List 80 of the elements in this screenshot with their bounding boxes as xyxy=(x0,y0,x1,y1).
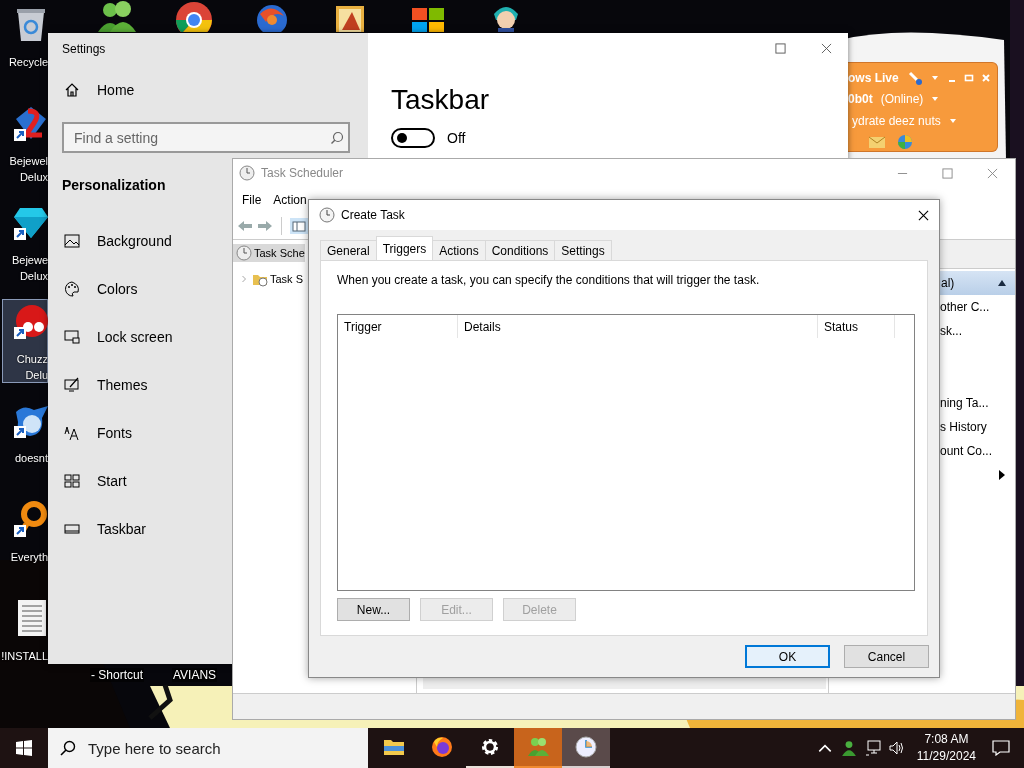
fox-globe-icon[interactable] xyxy=(431,736,453,758)
lock-screen-icon[interactable] xyxy=(64,329,80,345)
tiles-icon[interactable] xyxy=(64,473,80,489)
user-name: 0b0t xyxy=(848,92,873,107)
taskbar-icon[interactable] xyxy=(64,521,80,537)
desktop-icon-label[interactable]: Everyth xyxy=(10,549,48,565)
collapse-caret-icon[interactable] xyxy=(997,279,1007,287)
nav-item[interactable]: Background xyxy=(97,233,172,249)
people-icon[interactable] xyxy=(96,0,136,32)
maximize-icon[interactable] xyxy=(775,43,786,54)
page-title: Taskbar xyxy=(391,84,490,116)
desktop-icon-label[interactable]: Bejewel xyxy=(9,153,48,169)
clock-icon xyxy=(319,207,335,223)
nav-item[interactable]: Taskbar xyxy=(97,521,147,537)
window-title: Settings xyxy=(62,42,106,56)
nav-item[interactable]: Start xyxy=(97,473,127,489)
home-link[interactable]: Home xyxy=(97,82,135,98)
dialog-title: Create Task xyxy=(341,208,405,222)
desktop-icon-label[interactable]: AVIANS xyxy=(172,668,218,682)
console-tree-icon[interactable] xyxy=(290,218,308,234)
column-header[interactable]: Details xyxy=(458,315,818,338)
triggers-list[interactable]: Trigger Details Status xyxy=(337,314,915,591)
desktop-icon-label[interactable]: Recycle xyxy=(8,54,48,70)
toggle-switch[interactable] xyxy=(391,128,435,148)
picture-icon[interactable] xyxy=(64,233,80,249)
menu-item[interactable]: Action xyxy=(273,193,307,207)
window-title: Task Scheduler xyxy=(261,166,344,180)
tree-item[interactable]: Task Sche xyxy=(233,244,305,262)
palette-icon[interactable] xyxy=(64,281,80,297)
people-icon[interactable] xyxy=(840,740,857,756)
submenu-arrow-icon[interactable] xyxy=(999,470,1005,480)
messenger-title: ows Live xyxy=(848,70,899,85)
search-placeholder: Type here to search xyxy=(88,739,221,757)
nav-item[interactable]: Lock screen xyxy=(97,329,173,345)
taskbar-search-box[interactable]: Type here to search xyxy=(48,728,368,768)
desktop-icon-label[interactable]: Delux xyxy=(19,169,48,185)
nav-item[interactable]: Fonts xyxy=(97,425,132,441)
desktop-icon-label[interactable]: Delu xyxy=(25,367,48,383)
toggle-label: Off xyxy=(447,130,466,146)
taskbar-app-button[interactable] xyxy=(562,728,610,768)
column-header[interactable]: Status xyxy=(818,315,895,338)
settings-icon[interactable] xyxy=(479,736,501,758)
network-icon[interactable] xyxy=(864,740,881,756)
desktop-icon-label[interactable]: doesnt xyxy=(14,450,48,466)
column-header[interactable]: Trigger xyxy=(338,315,458,338)
clock-icon xyxy=(239,165,255,181)
description-text: When you create a task, you can specify the conditions that will trigger the task. xyxy=(337,273,760,287)
volume-icon[interactable] xyxy=(888,740,905,756)
nav-item[interactable]: Themes xyxy=(97,377,148,393)
letters-icon[interactable] xyxy=(64,425,80,441)
trash-can-icon[interactable] xyxy=(14,6,48,42)
windows-start-icon[interactable] xyxy=(16,740,32,756)
tab[interactable]: General xyxy=(320,240,377,260)
desktop-icon-label[interactable]: !INSTALL xyxy=(1,648,48,664)
desktop-icon-label[interactable]: Bejewe xyxy=(11,252,48,268)
menu-item[interactable]: File xyxy=(242,193,262,207)
clock-icon xyxy=(236,245,252,261)
search-field[interactable]: Find a setting xyxy=(62,122,350,153)
search-icon xyxy=(60,740,76,756)
dialog-button[interactable]: Cancel xyxy=(844,645,929,668)
close-icon[interactable] xyxy=(918,209,929,221)
dialog-button[interactable]: OK xyxy=(745,645,830,668)
home-icon[interactable] xyxy=(64,82,80,98)
clock-icon[interactable] xyxy=(575,736,597,758)
clock-time[interactable]: 7:08 AM xyxy=(924,731,969,748)
desktop-icon-label[interactable]: Delux xyxy=(19,268,48,284)
nav-item[interactable]: Colors xyxy=(97,281,138,297)
section-heading: Personalization xyxy=(62,177,166,193)
brush-icon[interactable] xyxy=(906,69,923,86)
tab[interactable]: Settings xyxy=(554,240,612,260)
dialog-button[interactable]: New... xyxy=(337,598,410,621)
brush-monitor-icon[interactable] xyxy=(64,377,80,393)
tree-item[interactable]: Task S xyxy=(233,270,303,288)
notification-icon[interactable] xyxy=(992,740,1010,756)
search-icon[interactable] xyxy=(330,131,344,145)
desktop-icon-label[interactable]: Chuzz xyxy=(16,351,48,367)
fuzzy-ball-icon[interactable] xyxy=(14,303,48,339)
tab[interactable]: Triggers xyxy=(375,236,434,260)
clock-date[interactable]: 11/29/2024 xyxy=(916,748,976,765)
desktop-icon-label[interactable]: - Shortcut xyxy=(90,668,145,682)
